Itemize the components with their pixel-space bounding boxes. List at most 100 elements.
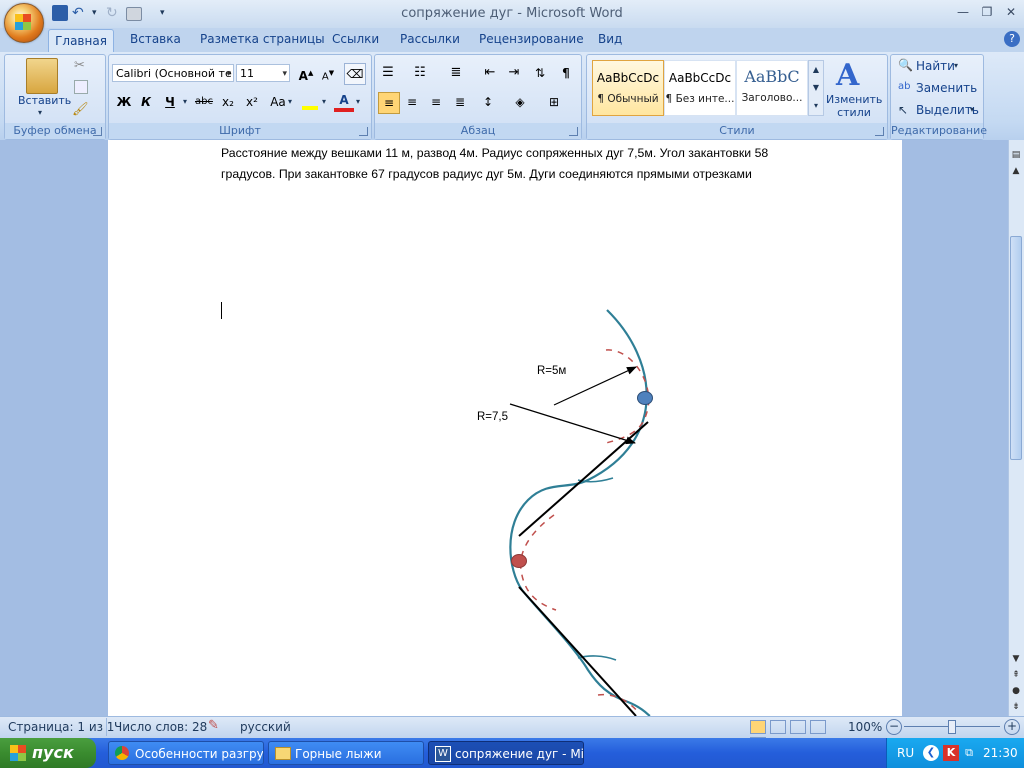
input-language[interactable]: RU [897, 746, 914, 760]
proofing-icon[interactable]: ✎ [208, 718, 219, 733]
increase-indent-icon[interactable]: ⇥ [504, 63, 524, 83]
qat-customize-icon[interactable]: ▾ [160, 5, 176, 21]
print-layout-view-icon[interactable] [750, 720, 766, 734]
tab-insert[interactable]: Вставка [130, 32, 181, 48]
find-button[interactable]: Найти [916, 59, 955, 77]
browse-object-button[interactable]: ● [1009, 684, 1023, 698]
sort-icon[interactable]: ⇅ [530, 63, 550, 83]
numbering-icon[interactable]: ☷ [410, 63, 430, 83]
clear-formatting-button[interactable]: ⌫ [344, 63, 366, 85]
borders-icon[interactable]: ⊞ [544, 92, 564, 112]
grow-font-button[interactable]: A▲ [296, 63, 316, 83]
shading-icon[interactable]: ◈ [510, 92, 530, 112]
clock[interactable]: 21:30 [983, 746, 1018, 760]
select-dropdown-icon[interactable]: ▾ [970, 105, 974, 114]
next-page-button[interactable]: ⇟ [1009, 700, 1023, 714]
shrink-font-button[interactable]: A▼ [318, 63, 338, 83]
red-gate-marker [511, 554, 527, 568]
zoom-slider-thumb[interactable] [948, 720, 956, 734]
style-normal[interactable]: AaBbCcDc ¶ Обычный [592, 60, 664, 116]
change-case-button[interactable]: Aa [268, 92, 288, 112]
highlight-button[interactable] [300, 92, 320, 112]
font-color-dropdown-icon[interactable]: ▾ [356, 97, 360, 106]
styles-launcher-icon[interactable] [875, 127, 884, 136]
align-center-icon[interactable]: ≡ [402, 92, 422, 112]
word-count[interactable]: Число слов: 28 [114, 720, 207, 734]
scroll-up-button[interactable]: ▲ [1009, 164, 1023, 178]
font-launcher-icon[interactable] [359, 127, 368, 136]
align-right-icon[interactable]: ≡ [426, 92, 446, 112]
bold-button[interactable]: Ж [114, 92, 134, 112]
print-icon[interactable] [126, 7, 142, 21]
format-painter-icon[interactable]: 🖌 [72, 102, 89, 117]
help-icon[interactable]: ? [1004, 31, 1020, 47]
taskbar-item-folder[interactable]: Горные лыжи [268, 741, 424, 765]
tab-home[interactable]: Главная [48, 29, 114, 54]
copy-icon[interactable] [74, 80, 88, 94]
decrease-indent-icon[interactable]: ⇤ [480, 63, 500, 83]
italic-button[interactable]: К [136, 92, 156, 112]
show-formatting-icon[interactable]: ¶ [556, 63, 576, 83]
redo-icon[interactable]: ↻ [106, 5, 122, 21]
change-styles-button[interactable]: Изменить стили [826, 93, 882, 119]
font-family-select[interactable]: Calibri (Основной те [112, 64, 234, 82]
styles-scroll[interactable]: ▲ ▼ ▾ [808, 60, 824, 116]
replace-button[interactable]: Заменить [916, 81, 977, 99]
tab-view[interactable]: Вид [598, 32, 622, 48]
ruler-toggle-icon[interactable]: ▤ [1009, 148, 1023, 162]
tab-references[interactable]: Ссылки [332, 32, 379, 48]
minimize-button[interactable]: — [950, 4, 976, 20]
page-count[interactable]: Страница: 1 из 1 [8, 720, 114, 734]
font-color-button[interactable]: A [334, 92, 354, 112]
save-icon[interactable] [52, 5, 68, 21]
tab-mailings[interactable]: Рассылки [400, 32, 460, 48]
align-left-icon[interactable]: ≡ [378, 92, 400, 114]
undo-icon[interactable]: ↶ [72, 5, 88, 21]
outline-view-icon[interactable] [810, 720, 826, 734]
paste-button[interactable]: Вставить [18, 94, 71, 112]
clipboard-launcher-icon[interactable] [93, 127, 102, 136]
subscript-button[interactable]: x₂ [218, 92, 238, 112]
antivirus-icon[interactable]: K [943, 745, 959, 761]
previous-page-button[interactable]: ⇞ [1009, 668, 1023, 682]
network-icon[interactable]: ⧉ [961, 745, 977, 761]
tab-review[interactable]: Рецензирование [479, 32, 584, 48]
scroll-down-button[interactable]: ▼ [1009, 652, 1023, 666]
start-button[interactable]: пуск [0, 738, 96, 768]
case-dropdown-icon[interactable]: ▾ [288, 97, 292, 106]
underline-dropdown-icon[interactable]: ▾ [183, 97, 187, 106]
restore-button[interactable]: ❐ [974, 4, 1000, 20]
clipboard-group-label: Буфер обмена [5, 123, 105, 139]
language[interactable]: русский [240, 720, 291, 734]
multilevel-list-icon[interactable]: ≣ [446, 63, 466, 83]
paragraph-launcher-icon[interactable] [569, 127, 578, 136]
tab-page-layout[interactable]: Разметка страницы [200, 32, 325, 48]
highlight-dropdown-icon[interactable]: ▾ [322, 97, 326, 106]
scroll-thumb[interactable] [1010, 236, 1022, 460]
justify-icon[interactable]: ≣ [450, 92, 470, 112]
bullets-icon[interactable]: ☰ [378, 63, 398, 83]
style-no-spacing[interactable]: AaBbCcDc ¶ Без инте... [664, 60, 736, 116]
cut-icon[interactable]: ✂ [74, 58, 85, 73]
tray-expand-icon[interactable]: ❮ [923, 745, 939, 761]
underline-button[interactable]: Ч [160, 92, 180, 112]
superscript-button[interactable]: x² [242, 92, 262, 112]
zoom-level[interactable]: 100% [848, 720, 882, 734]
strikethrough-button[interactable]: abc [194, 92, 214, 112]
find-dropdown-icon[interactable]: ▾ [954, 61, 958, 70]
line-spacing-icon[interactable]: ↕ [478, 92, 498, 112]
document-page[interactable]: Расстояние между вешками 11 м, развод 4м… [108, 140, 902, 716]
zoom-in-button[interactable]: + [1004, 719, 1020, 735]
full-screen-view-icon[interactable] [770, 720, 786, 734]
style-heading[interactable]: AaBbC Заголово... [736, 60, 808, 116]
zoom-out-button[interactable]: − [886, 719, 902, 735]
taskbar-item-word[interactable]: W сопряжение дуг - Mi... [428, 741, 584, 765]
font-size-select[interactable]: 11 [236, 64, 290, 82]
paste-dropdown-icon[interactable]: ▾ [38, 108, 42, 117]
web-layout-view-icon[interactable] [790, 720, 806, 734]
office-button[interactable] [4, 3, 44, 43]
close-button[interactable]: ✕ [998, 4, 1024, 20]
paste-icon[interactable] [26, 58, 58, 94]
taskbar-item-browser[interactable]: Особенности разгру... [108, 741, 264, 765]
change-styles-icon[interactable]: A [836, 58, 859, 93]
